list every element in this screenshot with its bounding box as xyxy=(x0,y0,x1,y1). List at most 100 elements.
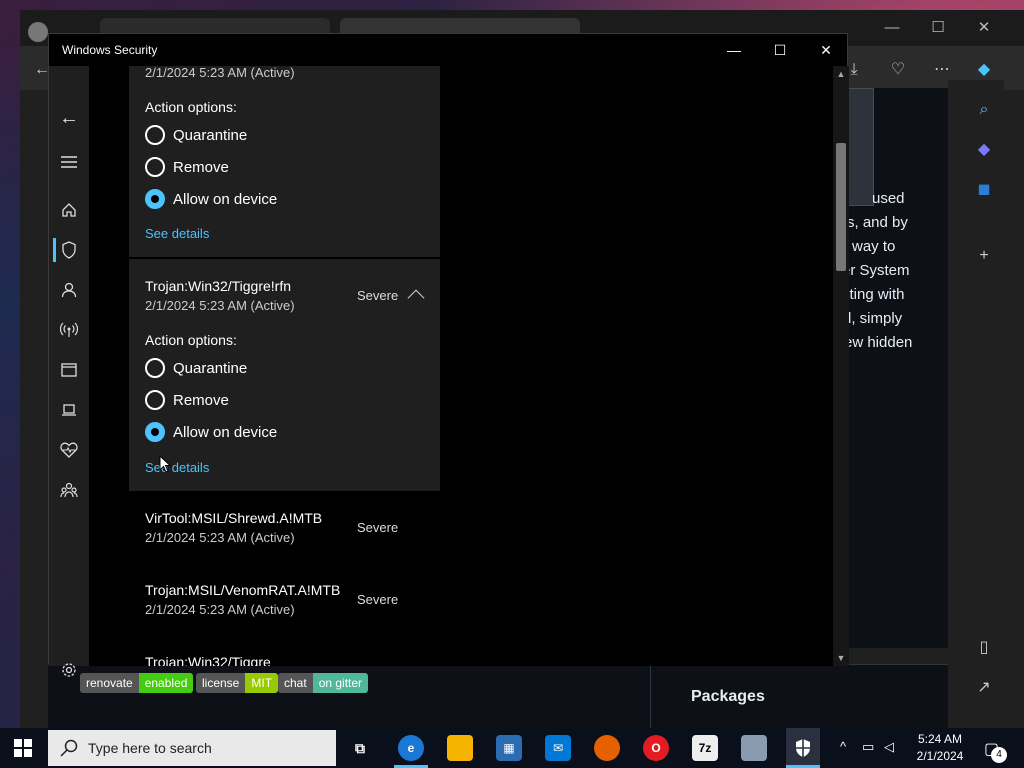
device-security-icon[interactable] xyxy=(57,398,81,422)
radio-label: Remove xyxy=(173,391,229,409)
app-browser-control-icon[interactable] xyxy=(57,358,81,382)
tray-overflow-icon[interactable]: ^ xyxy=(840,739,846,754)
7zip-icon[interactable]: 7z xyxy=(692,735,718,761)
shield-icon[interactable] xyxy=(57,238,81,262)
page-text-line: cting with xyxy=(842,286,905,303)
firewall-network-icon[interactable] xyxy=(57,318,81,342)
radio-label: Allow on device xyxy=(173,190,278,208)
profile-avatar[interactable] xyxy=(28,22,48,42)
browser-maximize-button[interactable]: ☐ xyxy=(918,16,958,40)
remove-radio[interactable]: Remove xyxy=(145,156,229,178)
radio-button[interactable] xyxy=(145,157,165,177)
severity-label: Severe xyxy=(357,592,399,607)
minimize-button[interactable]: — xyxy=(711,38,757,62)
see-details-link[interactable]: See details xyxy=(145,460,209,475)
radio-button-checked[interactable] xyxy=(145,422,165,442)
see-details-link[interactable]: See details xyxy=(145,226,209,241)
radio-label: Allow on device xyxy=(173,423,278,441)
hamburger-menu-icon[interactable] xyxy=(57,150,81,174)
chevron-up-icon[interactable] xyxy=(407,289,425,307)
action-options-label: Action options: xyxy=(145,332,237,348)
page-text-line: ew hidden xyxy=(844,334,913,351)
network-icon[interactable]: ▭ xyxy=(862,739,874,755)
nav-rail: ← xyxy=(49,66,89,677)
close-button[interactable]: ✕ xyxy=(803,38,849,62)
browser-minimize-button[interactable]: — xyxy=(872,16,912,40)
add-icon[interactable]: + xyxy=(972,244,996,268)
task-view-icon[interactable]: ⧉ xyxy=(347,735,373,761)
page-text-line: er System xyxy=(842,262,910,279)
radio-label: Quarantine xyxy=(173,359,248,377)
edge-icon[interactable]: e xyxy=(398,735,424,761)
chat-badge[interactable]: chat on gitter xyxy=(278,673,369,693)
firefox-icon[interactable] xyxy=(594,735,620,761)
windows-security-window: Windows Security — ☐ ✕ ← 2/1/2024 5:23 A… xyxy=(48,33,849,677)
threat-list: 2/1/2024 5:23 AM (Active) Action options… xyxy=(89,66,833,666)
packages-heading: Packages xyxy=(691,688,765,705)
mail-icon[interactable]: ✉ xyxy=(545,735,571,761)
radio-label: Quarantine xyxy=(173,126,248,144)
allow-on-device-radio[interactable]: Allow on device xyxy=(145,188,277,210)
outlook-icon[interactable]: ◼ xyxy=(972,178,996,202)
remove-radio[interactable]: Remove xyxy=(145,389,229,411)
windows-start-icon[interactable] xyxy=(14,739,32,757)
threat-date: 2/1/2024 5:23 AM (Active) xyxy=(145,602,295,617)
radio-button[interactable] xyxy=(145,390,165,410)
radio-button-checked[interactable] xyxy=(145,189,165,209)
sidebar-toggle-icon[interactable]: ▯ xyxy=(972,636,996,660)
threat-row[interactable]: Trojan:MSIL/VenomRAT.A!MTB 2/1/2024 5:23… xyxy=(129,578,440,638)
taskbar-clock[interactable]: 5:24 AM 2/1/2024 xyxy=(908,731,972,765)
severity-label: Severe xyxy=(357,288,399,303)
search-placeholder: Type here to search xyxy=(88,740,212,756)
badge-value: enabled xyxy=(138,673,194,693)
shopping-icon[interactable]: ◆ xyxy=(972,138,996,162)
search-icon xyxy=(60,739,78,757)
quarantine-radio[interactable]: Quarantine xyxy=(145,124,247,146)
threat-card-expanded[interactable]: Trojan:Win32/Tiggre!rfn 2/1/2024 5:23 AM… xyxy=(129,259,440,491)
windows-security-taskbar-icon[interactable] xyxy=(786,728,820,768)
settings-gear-icon[interactable] xyxy=(57,658,81,682)
external-link-icon[interactable]: ↗ xyxy=(972,676,996,700)
license-badge[interactable]: license MIT xyxy=(196,673,279,693)
back-arrow-icon[interactable]: ← xyxy=(57,106,81,130)
home-icon[interactable] xyxy=(57,198,81,222)
badge-label: license xyxy=(196,673,246,693)
file-explorer-icon[interactable] xyxy=(447,735,473,761)
threat-date: 2/1/2024 5:23 AM (Active) xyxy=(145,298,295,313)
threat-row[interactable]: Trojan:Win32/Tiggre xyxy=(129,650,440,666)
family-options-icon[interactable] xyxy=(57,478,81,502)
search-icon[interactable]: ⌕ xyxy=(972,98,996,122)
threat-name: Trojan:Win32/Tiggre xyxy=(145,654,271,666)
page-text-line: way to xyxy=(852,238,896,255)
vertical-scrollbar[interactable]: ▲ ▼ xyxy=(833,66,849,666)
volume-muted-icon[interactable]: ◁ xyxy=(884,739,894,755)
radio-button[interactable] xyxy=(145,125,165,145)
quarantine-radio[interactable]: Quarantine xyxy=(145,357,247,379)
copilot-icon[interactable]: ◆ xyxy=(972,58,996,82)
radio-button[interactable] xyxy=(145,358,165,378)
badge-value: MIT xyxy=(245,673,279,693)
badge-value: on gitter xyxy=(312,673,369,693)
renovate-badge[interactable]: renovate enabled xyxy=(80,673,194,693)
health-icon[interactable]: ♡ xyxy=(886,58,910,82)
more-icon[interactable]: ⋯ xyxy=(930,58,954,82)
threat-card-expanded[interactable]: 2/1/2024 5:23 AM (Active) Action options… xyxy=(129,66,440,257)
page-text-line: l, simply xyxy=(848,310,903,327)
device-health-icon[interactable] xyxy=(57,438,81,462)
threat-row[interactable]: VirTool:MSIL/Shrewd.A!MTB 2/1/2024 5:23 … xyxy=(129,506,440,566)
threat-date: 2/1/2024 5:23 AM (Active) xyxy=(145,530,295,545)
divider xyxy=(650,664,651,728)
opera-icon[interactable]: O xyxy=(643,735,669,761)
browser-close-button[interactable]: ✕ xyxy=(964,16,1004,40)
page-text-line: used xyxy=(872,190,905,207)
radio-label: Remove xyxy=(173,158,229,176)
allow-on-device-radio[interactable]: Allow on device xyxy=(145,421,277,443)
scroll-up-arrow-icon[interactable]: ▲ xyxy=(833,66,849,82)
maximize-button[interactable]: ☐ xyxy=(757,38,803,62)
window-title: Windows Security xyxy=(62,43,158,57)
account-icon[interactable] xyxy=(57,278,81,302)
app-icon[interactable] xyxy=(741,735,767,761)
scrollbar-thumb[interactable] xyxy=(836,143,846,271)
scroll-down-arrow-icon[interactable]: ▼ xyxy=(833,650,849,666)
store-icon[interactable]: ▦ xyxy=(496,735,522,761)
